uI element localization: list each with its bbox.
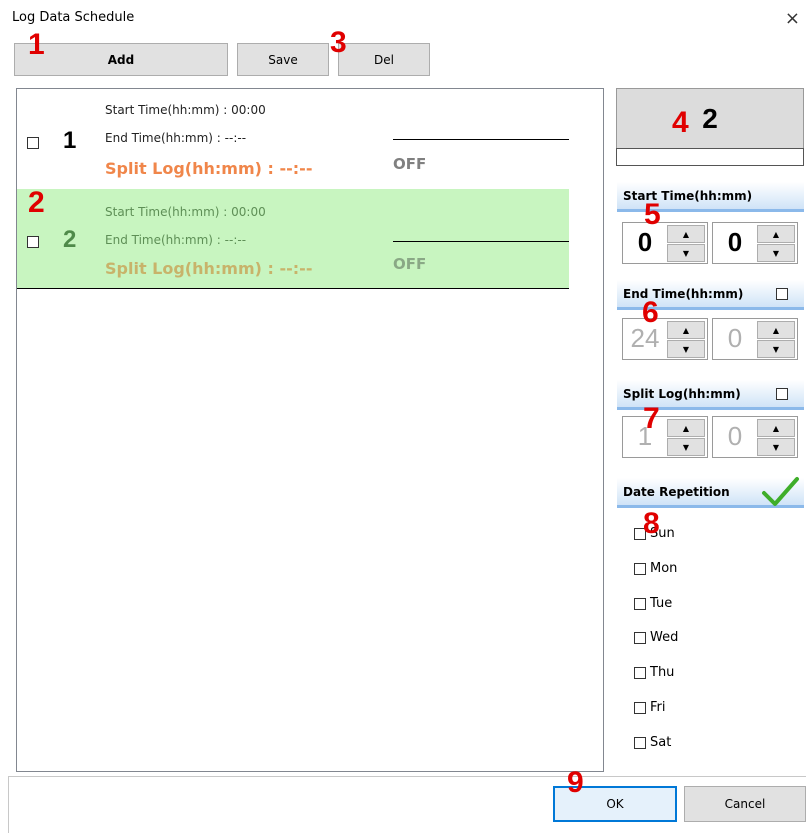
start-time-header-label: Start Time(hh:mm) — [623, 188, 753, 203]
schedule-item[interactable]: 1 Start Time(hh:mm) : 00:00 End Time(hh:… — [17, 89, 569, 189]
date-repetition-header: Date Repetition — [617, 475, 804, 509]
item-status: OFF — [393, 155, 427, 173]
split-minute-value[interactable]: 0 — [715, 421, 755, 452]
footer-divider — [8, 776, 806, 777]
spin-up-icon[interactable]: ▲ — [757, 225, 795, 243]
end-minute-spinner[interactable]: 0 ▲ ▼ — [712, 318, 798, 360]
day-checkbox[interactable] — [634, 631, 646, 644]
day-wed[interactable]: Wed — [634, 630, 678, 645]
item-split-log: Split Log(hh:mm) : --:-- — [105, 259, 313, 278]
end-hour-spinner[interactable]: 24 ▲ ▼ — [622, 318, 708, 360]
annotation-marker-6: 6 — [642, 296, 659, 329]
schedule-item[interactable]: 2 Start Time(hh:mm) : 00:00 End Time(hh:… — [17, 189, 569, 289]
item-checkbox[interactable] — [27, 236, 39, 248]
green-checkmark-icon[interactable] — [760, 475, 800, 509]
item-end-time: End Time(hh:mm) : --:-- — [105, 131, 247, 145]
day-label: Thu — [650, 665, 675, 680]
spin-up-icon[interactable]: ▲ — [667, 419, 705, 437]
start-hour-spinner[interactable]: 0 ▲ ▼ — [622, 222, 708, 264]
day-tue[interactable]: Tue — [634, 596, 672, 611]
item-start-time: Start Time(hh:mm) : 00:00 — [105, 205, 266, 219]
split-log-header-label: Split Log(hh:mm) — [623, 386, 741, 401]
del-button[interactable]: Del — [338, 43, 430, 76]
item-end-time: End Time(hh:mm) : --:-- — [105, 233, 247, 247]
start-minute-spinner[interactable]: 0 ▲ ▼ — [712, 222, 798, 264]
end-time-checkbox[interactable] — [776, 287, 788, 300]
annotation-marker-9: 9 — [567, 766, 584, 799]
selected-number-display: 2 — [616, 88, 804, 150]
annotation-marker-3: 3 — [330, 26, 347, 59]
day-mon[interactable]: Mon — [634, 561, 677, 576]
annotation-marker-1: 1 — [28, 28, 45, 61]
day-label: Sat — [650, 735, 672, 750]
window-title: Log Data Schedule — [12, 10, 135, 25]
spin-up-icon[interactable]: ▲ — [667, 321, 705, 339]
annotation-marker-8: 8 — [643, 507, 660, 540]
footer-left-border — [8, 776, 9, 833]
number-underline-field — [616, 148, 804, 166]
day-label: Tue — [650, 596, 673, 611]
spin-down-icon[interactable]: ▼ — [667, 340, 705, 358]
item-number: 2 — [63, 226, 77, 253]
item-checkbox[interactable] — [27, 137, 39, 149]
item-divider — [393, 139, 569, 140]
split-log-checkbox[interactable] — [776, 387, 788, 400]
annotation-marker-4: 4 — [672, 106, 689, 139]
annotation-marker-5: 5 — [644, 198, 661, 231]
day-checkbox[interactable] — [634, 597, 646, 610]
save-button[interactable]: Save — [237, 43, 329, 76]
day-checkbox[interactable] — [634, 562, 646, 575]
day-checkbox[interactable] — [634, 701, 646, 714]
spin-down-icon[interactable]: ▼ — [757, 340, 795, 358]
item-divider — [393, 241, 569, 242]
schedule-list[interactable]: 1 Start Time(hh:mm) : 00:00 End Time(hh:… — [16, 88, 604, 772]
day-fri[interactable]: Fri — [634, 700, 666, 715]
add-button[interactable]: Add — [14, 43, 228, 76]
spin-down-icon[interactable]: ▼ — [667, 244, 705, 262]
item-status: OFF — [393, 255, 427, 273]
spin-up-icon[interactable]: ▲ — [757, 321, 795, 339]
split-hour-spinner[interactable]: 1 ▲ ▼ — [622, 416, 708, 458]
close-icon[interactable]: × — [785, 8, 800, 29]
day-thu[interactable]: Thu — [634, 665, 674, 680]
date-repetition-header-label: Date Repetition — [623, 484, 730, 499]
day-checkbox[interactable] — [634, 666, 646, 679]
start-hour-value[interactable]: 0 — [625, 227, 665, 258]
day-label: Mon — [650, 561, 678, 576]
item-split-log: Split Log(hh:mm) : --:-- — [105, 159, 313, 178]
day-sat[interactable]: Sat — [634, 735, 671, 750]
start-minute-value[interactable]: 0 — [715, 227, 755, 258]
day-label: Fri — [650, 700, 666, 715]
spin-up-icon[interactable]: ▲ — [757, 419, 795, 437]
spin-up-icon[interactable]: ▲ — [667, 225, 705, 243]
item-number: 1 — [63, 127, 77, 154]
end-minute-value[interactable]: 0 — [715, 323, 755, 354]
annotation-marker-2: 2 — [28, 186, 45, 219]
split-minute-spinner[interactable]: 0 ▲ ▼ — [712, 416, 798, 458]
spin-down-icon[interactable]: ▼ — [757, 244, 795, 262]
spin-down-icon[interactable]: ▼ — [757, 438, 795, 456]
day-label: Wed — [650, 630, 679, 645]
spin-down-icon[interactable]: ▼ — [667, 438, 705, 456]
day-checkbox[interactable] — [634, 736, 646, 749]
cancel-button[interactable]: Cancel — [684, 786, 806, 822]
annotation-marker-7: 7 — [643, 402, 660, 435]
item-start-time: Start Time(hh:mm) : 00:00 — [105, 103, 266, 117]
